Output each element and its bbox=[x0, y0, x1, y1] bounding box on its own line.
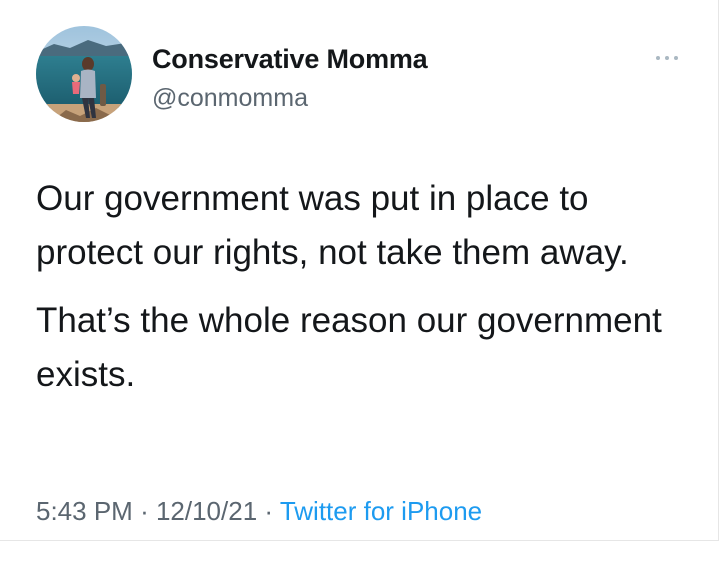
user-handle[interactable]: @conmomma bbox=[152, 84, 308, 113]
more-options-icon[interactable] bbox=[652, 50, 682, 66]
display-name[interactable]: Conservative Momma bbox=[152, 44, 428, 75]
tweet-paragraph: Our government was put in place to prote… bbox=[36, 179, 629, 272]
tweet-paragraph: That’s the whole reason our government e… bbox=[36, 301, 662, 394]
tweet-time[interactable]: 5:43 PM bbox=[36, 496, 133, 526]
meta-separator: · bbox=[140, 496, 156, 526]
avatar[interactable] bbox=[36, 26, 132, 122]
meta-separator: · bbox=[264, 496, 280, 526]
avatar-photo-icon bbox=[36, 26, 132, 122]
tweet-date[interactable]: 12/10/21 bbox=[156, 496, 257, 526]
tweet-card: Conservative Momma @conmomma Our governm… bbox=[0, 0, 719, 541]
tweet-source-link[interactable]: Twitter for iPhone bbox=[280, 496, 482, 526]
tweet-text: Our government was put in place to prote… bbox=[36, 172, 696, 416]
tweet-meta: 5:43 PM · 12/10/21 · Twitter for iPhone bbox=[36, 496, 482, 527]
